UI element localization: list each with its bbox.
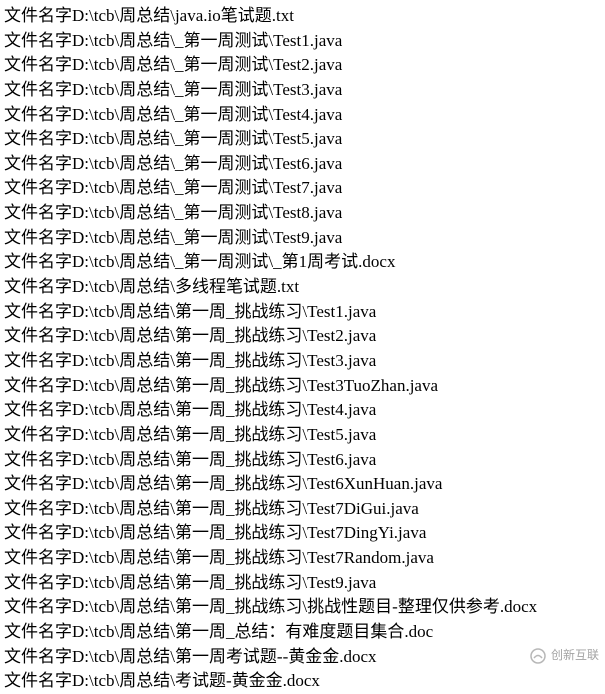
output-line: 文件名字D:\tcb\周总结\_第一周测试\Test9.java xyxy=(4,226,601,251)
watermark-icon xyxy=(529,647,547,665)
output-line: 文件名字D:\tcb\周总结\_第一周测试\Test4.java xyxy=(4,103,601,128)
output-line: 文件名字D:\tcb\周总结\_第一周测试\Test1.java xyxy=(4,29,601,54)
output-line: 文件名字D:\tcb\周总结\第一周_挑战练习\Test2.java xyxy=(4,324,601,349)
output-line: 文件名字D:\tcb\周总结\第一周_挑战练习\Test4.java xyxy=(4,398,601,423)
output-line: 文件名字D:\tcb\周总结\第一周_挑战练习\Test7DingYi.java xyxy=(4,521,601,546)
output-line: 文件名字D:\tcb\周总结\_第一周测试\Test8.java xyxy=(4,201,601,226)
output-line: 文件名字D:\tcb\周总结\第一周_挑战练习\Test3TuoZhan.jav… xyxy=(4,374,601,399)
output-line: 文件名字D:\tcb\周总结\第一周_挑战练习\Test7Random.java xyxy=(4,546,601,571)
output-line: 文件名字D:\tcb\周总结\考试题-黄金金.docx xyxy=(4,669,601,694)
output-line: 文件名字D:\tcb\周总结\第一周_挑战练习\Test3.java xyxy=(4,349,601,374)
output-line: 文件名字D:\tcb\周总结\_第一周测试\Test3.java xyxy=(4,78,601,103)
output-line: 文件名字D:\tcb\周总结\_第一周测试\Test6.java xyxy=(4,152,601,177)
output-line: 文件名字D:\tcb\周总结\第一周_挑战练习\Test9.java xyxy=(4,571,601,596)
output-line: 文件名字D:\tcb\周总结\第一周考试题--黄金金.docx xyxy=(4,645,601,670)
output-line: 文件名字D:\tcb\周总结\java.io笔试题.txt xyxy=(4,4,601,29)
output-line: 文件名字D:\tcb\周总结\第一周_挑战练习\Test5.java xyxy=(4,423,601,448)
output-line: 文件名字D:\tcb\周总结\第一周_挑战练习\挑战性题目-整理仅供参考.doc… xyxy=(4,595,601,620)
output-line: 文件名字D:\tcb\周总结\_第一周测试\Test5.java xyxy=(4,127,601,152)
output-line: 文件名字D:\tcb\周总结\第一周_总结：有难度题目集合.doc xyxy=(4,620,601,645)
output-line: 文件名字D:\tcb\周总结\第一周_挑战练习\Test6XunHuan.jav… xyxy=(4,472,601,497)
file-list-output: 文件名字D:\tcb\周总结\java.io笔试题.txt文件名字D:\tcb\… xyxy=(4,4,601,694)
watermark-text: 创新互联 xyxy=(551,647,599,664)
output-line: 文件名字D:\tcb\周总结\_第一周测试\Test2.java xyxy=(4,53,601,78)
output-line: 文件名字D:\tcb\周总结\多线程笔试题.txt xyxy=(4,275,601,300)
watermark: 创新互联 xyxy=(529,647,599,665)
output-line: 文件名字D:\tcb\周总结\第一周_挑战练习\Test7DiGui.java xyxy=(4,497,601,522)
output-line: 文件名字D:\tcb\周总结\第一周_挑战练习\Test6.java xyxy=(4,448,601,473)
output-line: 文件名字D:\tcb\周总结\_第一周测试\Test7.java xyxy=(4,176,601,201)
output-line: 文件名字D:\tcb\周总结\_第一周测试\_第1周考试.docx xyxy=(4,250,601,275)
output-line: 文件名字D:\tcb\周总结\第一周_挑战练习\Test1.java xyxy=(4,300,601,325)
